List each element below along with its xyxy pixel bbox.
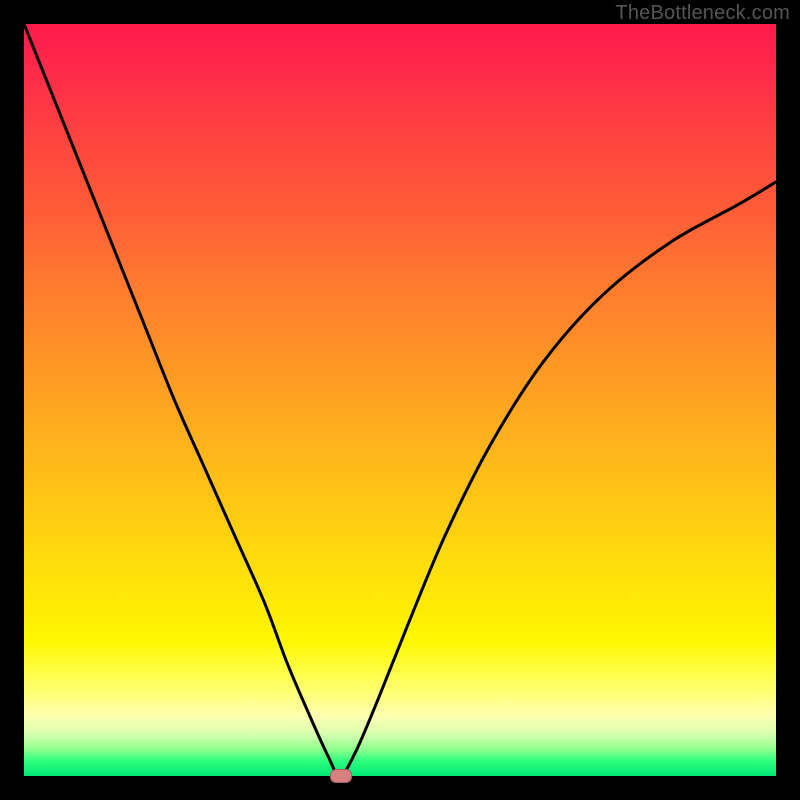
bottleneck-minimum-marker	[330, 769, 352, 783]
bottleneck-curve	[24, 24, 776, 776]
chart-frame: TheBottleneck.com	[0, 0, 800, 800]
plot-area	[24, 24, 776, 776]
watermark-text: TheBottleneck.com	[615, 2, 790, 25]
